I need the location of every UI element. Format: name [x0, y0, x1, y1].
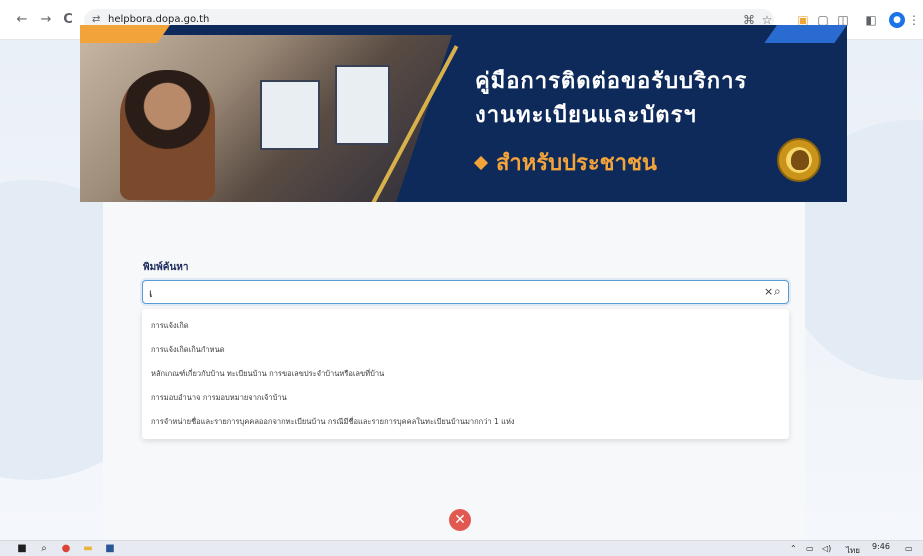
reload-button[interactable]: C	[60, 12, 76, 28]
dopa-emblem-logo	[777, 138, 821, 182]
search-label: พิมพ์ค้นหา	[143, 262, 189, 273]
monitor-image	[260, 80, 320, 150]
search-icon[interactable]: ⌕	[774, 284, 781, 299]
site-info-icon[interactable]: ⇄	[92, 14, 100, 25]
monitor-image	[335, 65, 390, 145]
header-banner: คู่มือการติดต่อขอรับบริการ งานทะเบียนและ…	[80, 25, 847, 202]
suggestion-item[interactable]: การจำหน่ายชื่อและรายการบุคคลออกจากทะเบีย…	[151, 416, 515, 428]
search-taskbar-icon[interactable]: ⌕	[38, 543, 50, 555]
close-error-icon[interactable]: ✕	[449, 509, 471, 531]
suggestion-item[interactable]: การแจ้งเกิดเกินกำหนด	[151, 344, 225, 356]
operator-image	[120, 70, 215, 200]
decorative-stripe	[80, 25, 170, 43]
suggestion-item[interactable]: การมอบอำนาจ การมอบหมายจากเจ้าบ้าน	[151, 392, 287, 404]
windows-start-icon[interactable]: ■	[16, 543, 28, 555]
taskbar: ■ ⌕ ● ▬ ■ ⌃ ▭ ◁) ไทย 9:46 ▭	[0, 540, 923, 556]
decorative-stripe	[764, 25, 847, 43]
suggestion-list: การแจ้งเกิด การแจ้งเกิดเกินกำหนด หลักเกณ…	[142, 309, 789, 439]
url-text[interactable]: helpbora.dopa.go.th	[108, 14, 209, 25]
forward-button[interactable]: →	[38, 12, 54, 28]
clear-icon[interactable]: ×	[764, 285, 773, 298]
tray-chevron-icon[interactable]: ⌃	[790, 544, 797, 553]
notification-icon[interactable]: ▭	[905, 544, 913, 553]
menu-icon[interactable]: ⋮	[905, 11, 923, 29]
search-field[interactable]: × ⌕	[142, 280, 789, 304]
banner-subtitle: สำหรับประชาชน	[496, 151, 657, 176]
clock[interactable]: 9:46	[872, 542, 890, 551]
suggestion-item[interactable]: การแจ้งเกิด	[151, 320, 189, 332]
network-icon[interactable]: ▭	[806, 544, 814, 553]
word-icon[interactable]: ■	[104, 543, 116, 555]
sidepanel-icon[interactable]: ◧	[862, 11, 880, 29]
file-explorer-icon[interactable]: ▬	[82, 543, 94, 555]
banner-title-line2: งานทะเบียนและบัตรฯ	[475, 103, 697, 128]
search-input[interactable]	[149, 284, 739, 301]
language-indicator[interactable]: ไทย	[846, 544, 860, 556]
back-button[interactable]: ←	[14, 12, 30, 28]
volume-icon[interactable]: ◁)	[822, 544, 831, 553]
profile-avatar[interactable]: ●	[889, 12, 905, 28]
diamond-icon	[473, 155, 489, 171]
suggestion-item[interactable]: หลักเกณฑ์เกี่ยวกับบ้าน ทะเบียนบ้าน การขอ…	[151, 368, 384, 380]
banner-title-line1: คู่มือการติดต่อขอรับบริการ	[475, 69, 748, 94]
chrome-icon[interactable]: ●	[60, 543, 72, 555]
